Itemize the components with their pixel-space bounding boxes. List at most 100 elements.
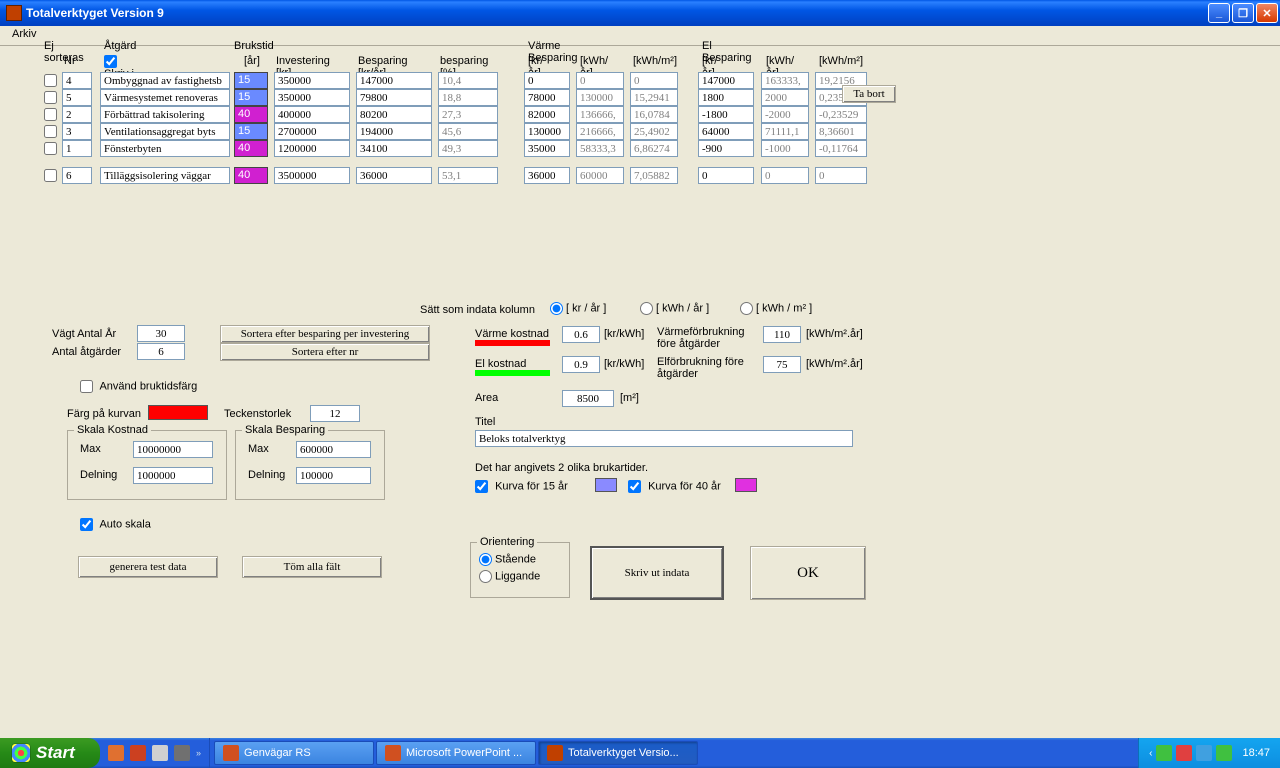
tabort-button[interactable]: Ta bort <box>842 85 896 103</box>
skriv-i-diagram-checkbox[interactable] <box>104 55 117 68</box>
brukstid-cell[interactable]: 15 <box>234 72 268 89</box>
varmefor-input[interactable] <box>763 326 801 343</box>
atgard-input[interactable] <box>100 72 230 89</box>
tray-icon-1[interactable] <box>1156 745 1172 761</box>
el-kr-input[interactable] <box>698 106 754 123</box>
row-checkbox[interactable] <box>44 169 57 182</box>
el-kr-input[interactable] <box>698 167 754 184</box>
besparing-kr-input[interactable] <box>356 123 432 140</box>
radio-kr[interactable] <box>550 302 563 315</box>
brukstid-cell[interactable]: 15 <box>234 89 268 106</box>
el-kr-input[interactable] <box>698 89 754 106</box>
brukstid-cell[interactable]: 40 <box>234 106 268 123</box>
ql-icon-4[interactable] <box>174 745 190 761</box>
kurva40-checkbox[interactable] <box>628 480 641 493</box>
besparing-kr-input[interactable] <box>356 89 432 106</box>
maximize-button[interactable]: ❐ <box>1232 3 1254 23</box>
sb-deln-input[interactable] <box>296 467 371 484</box>
sk-deln-input[interactable] <box>133 467 213 484</box>
el-kr-input[interactable] <box>698 123 754 140</box>
farg-kurvan-swatch[interactable] <box>148 405 208 420</box>
nr-input[interactable] <box>62 72 92 89</box>
nr-input[interactable] <box>62 140 92 157</box>
auto-skala-checkbox[interactable] <box>80 518 93 531</box>
nr-input[interactable] <box>62 89 92 106</box>
el-kr-input[interactable] <box>698 72 754 89</box>
sortera-nr-button[interactable]: Sortera efter nr <box>220 343 430 361</box>
row-checkbox[interactable] <box>44 74 57 87</box>
brukstid-cell[interactable]: 40 <box>234 167 268 184</box>
row-checkbox[interactable] <box>44 125 57 138</box>
sb-max-input[interactable] <box>296 441 371 458</box>
investering-input[interactable] <box>274 140 350 157</box>
nr-input[interactable] <box>62 167 92 184</box>
minimize-button[interactable]: _ <box>1208 3 1230 23</box>
generera-button[interactable]: generera test data <box>78 556 218 578</box>
ql-icon-2[interactable] <box>130 745 146 761</box>
besparing-kr-input[interactable] <box>356 72 432 89</box>
header-brukstid: Brukstid <box>234 40 274 52</box>
brukstid-cell[interactable]: 15 <box>234 123 268 140</box>
varme-kwhm-input <box>630 140 678 157</box>
ok-button[interactable]: OK <box>750 546 866 600</box>
tray-icon-2[interactable] <box>1176 745 1192 761</box>
el-kr-input[interactable] <box>698 140 754 157</box>
varme-kr-input[interactable] <box>524 72 570 89</box>
nr-input[interactable] <box>62 123 92 140</box>
titel-input[interactable] <box>475 430 853 447</box>
besparing-kr-input[interactable] <box>356 106 432 123</box>
ql-icon-3[interactable] <box>152 745 168 761</box>
skriv-ut-button[interactable]: Skriv ut indata <box>590 546 724 600</box>
vagt-antal-ar-input[interactable] <box>137 325 185 342</box>
radio-kwhm[interactable] <box>740 302 753 315</box>
row-checkbox[interactable] <box>44 91 57 104</box>
varme-kr-input[interactable] <box>524 140 570 157</box>
row-checkbox[interactable] <box>44 142 57 155</box>
brukstid-cell[interactable]: 40 <box>234 140 268 157</box>
investering-input[interactable] <box>274 106 350 123</box>
besparing-kr-input[interactable] <box>356 167 432 184</box>
clock[interactable]: 18:47 <box>1242 747 1270 759</box>
elfor-input[interactable] <box>763 356 801 373</box>
atgard-input[interactable] <box>100 89 230 106</box>
varme-kr-input[interactable] <box>524 167 570 184</box>
atgard-input[interactable] <box>100 140 230 157</box>
teckenstorlek-input[interactable] <box>310 405 360 422</box>
tom-button[interactable]: Töm alla fält <box>242 556 382 578</box>
area-input[interactable] <box>562 390 614 407</box>
sk-max-input[interactable] <box>133 441 213 458</box>
el-kostnad-input[interactable] <box>562 356 600 373</box>
varme-kr-input[interactable] <box>524 106 570 123</box>
investering-input[interactable] <box>274 89 350 106</box>
investering-input[interactable] <box>274 123 350 140</box>
antal-atgarder-input[interactable] <box>137 343 185 360</box>
investering-input[interactable] <box>274 167 350 184</box>
atgard-input[interactable] <box>100 123 230 140</box>
task-genvagar[interactable]: Genvägar RS <box>214 741 374 765</box>
varme-kostnad-input[interactable] <box>562 326 600 343</box>
radio-staende[interactable] <box>479 553 492 566</box>
tray-icon-4[interactable] <box>1216 745 1232 761</box>
investering-input[interactable] <box>274 72 350 89</box>
nr-input[interactable] <box>62 106 92 123</box>
start-button[interactable]: Start <box>0 738 100 768</box>
close-button[interactable]: ✕ <box>1256 3 1278 23</box>
radio-kwh[interactable] <box>640 302 653 315</box>
menu-arkiv[interactable]: Arkiv <box>6 26 42 42</box>
row-checkbox[interactable] <box>44 108 57 121</box>
anvand-bruktidsfarg-checkbox[interactable] <box>80 380 93 393</box>
task-powerpoint[interactable]: Microsoft PowerPoint ... <box>376 741 536 765</box>
varme-kr-input[interactable] <box>524 89 570 106</box>
atgard-input[interactable] <box>100 167 230 184</box>
ql-chevron-icon[interactable]: » <box>196 748 201 758</box>
atgard-input[interactable] <box>100 106 230 123</box>
tray-icon-3[interactable] <box>1196 745 1212 761</box>
sortera-besparing-button[interactable]: Sortera efter besparing per investering <box>220 325 430 343</box>
varme-kr-input[interactable] <box>524 123 570 140</box>
kurva15-checkbox[interactable] <box>475 480 488 493</box>
task-totalverk[interactable]: Totalverktyget Versio... <box>538 741 698 765</box>
besparing-kr-input[interactable] <box>356 140 432 157</box>
radio-liggande[interactable] <box>479 570 492 583</box>
tray-chevron-icon[interactable]: ‹ <box>1149 748 1152 759</box>
ql-icon-1[interactable] <box>108 745 124 761</box>
